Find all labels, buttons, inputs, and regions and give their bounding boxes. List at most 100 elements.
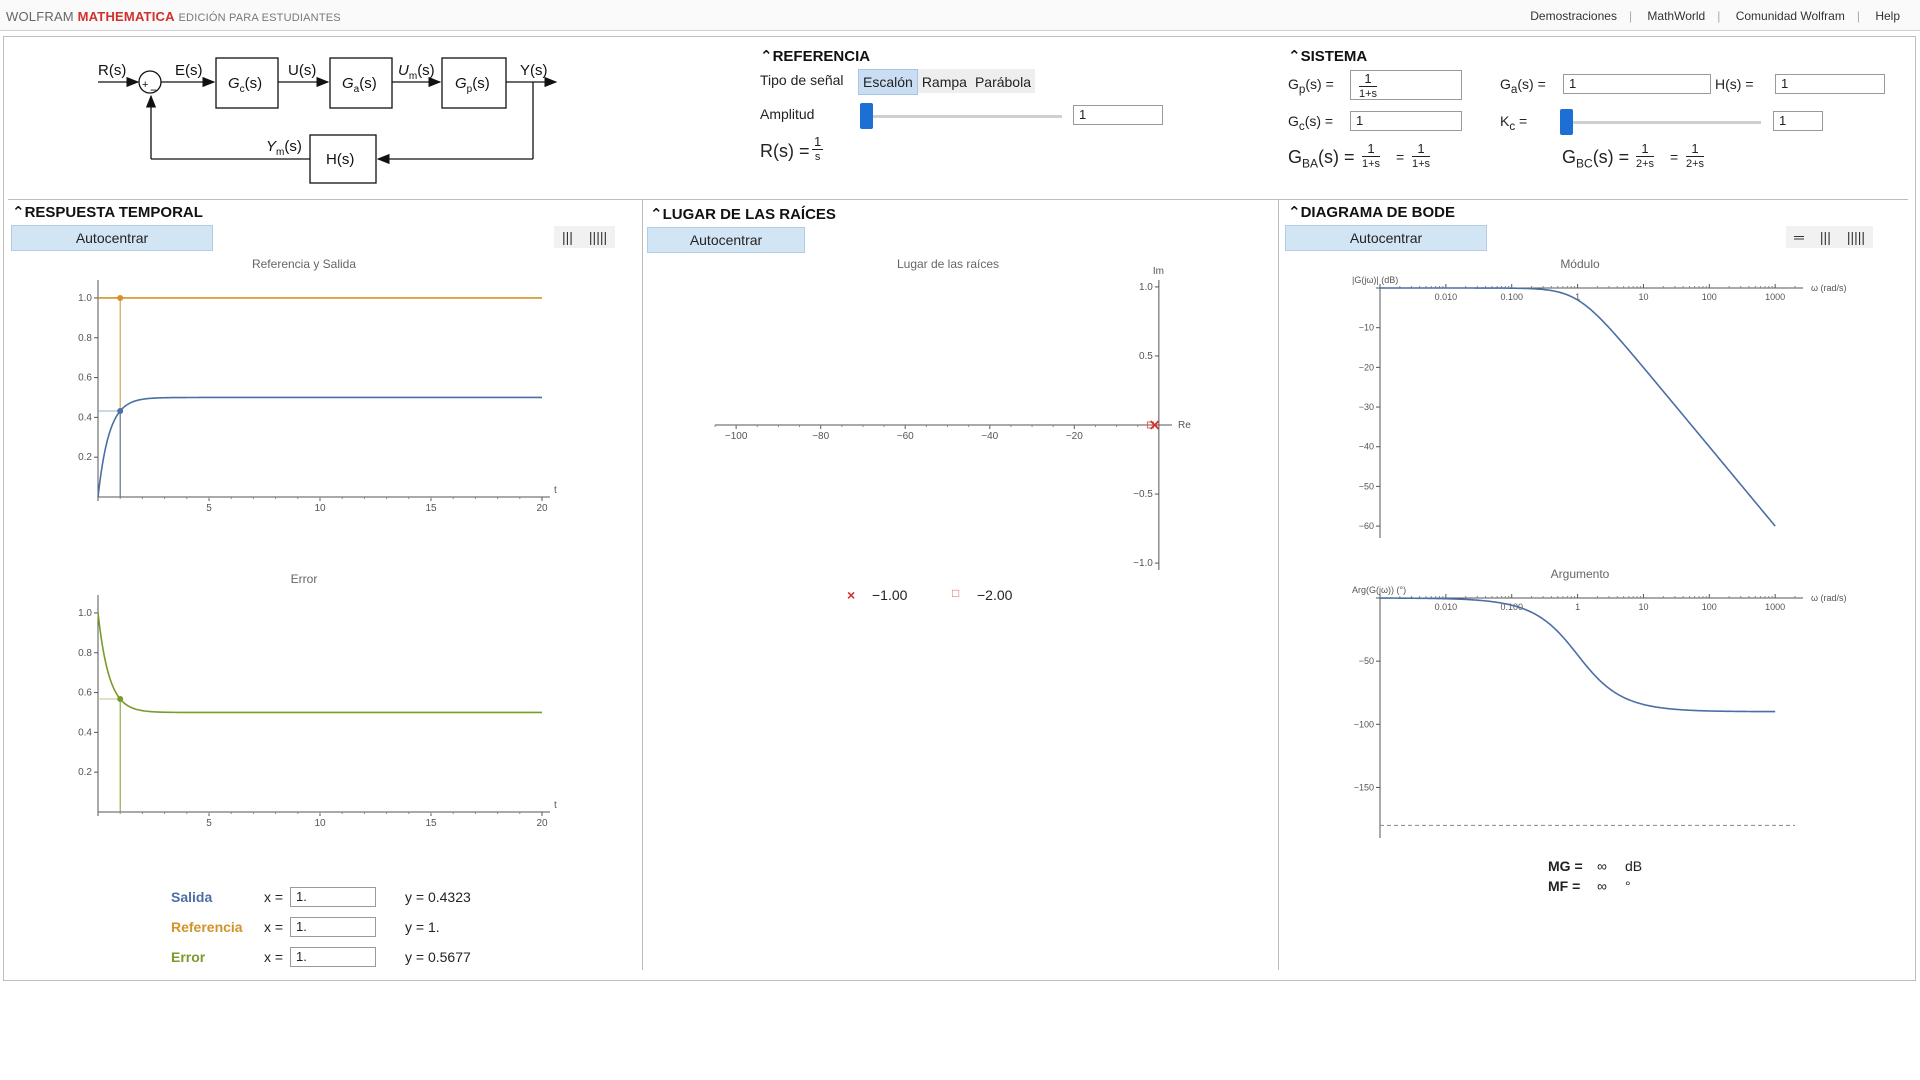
salida-x-input[interactable]: 1.	[290, 887, 376, 907]
gba-fraction-1: 1 1+s	[1362, 141, 1381, 170]
x-tick-label: 1000	[1765, 292, 1785, 302]
link-help[interactable]: Help	[1875, 9, 1900, 23]
x-tick-label: 10	[1638, 602, 1648, 612]
x-tick-label: 100	[1702, 292, 1717, 302]
label-um: Um(s)	[398, 62, 435, 82]
label-e: E(s)	[175, 62, 203, 79]
referencia-x-input[interactable]: 1.	[290, 917, 376, 937]
mg-unit: dB	[1625, 858, 1643, 874]
x-tick-label: 10	[1638, 292, 1648, 302]
referencia-x-label: x =	[264, 919, 284, 935]
y-tick-label: −50	[1359, 656, 1374, 666]
y-tick-label: −60	[1359, 521, 1374, 531]
gbc-equals: =	[1670, 149, 1679, 165]
x-tick-label: 0.010	[1435, 292, 1458, 302]
plot-title: Lugar de las raíces	[897, 257, 999, 271]
gc-label: Gc(s) =	[1288, 113, 1334, 133]
y-tick-label: −50	[1359, 481, 1374, 491]
open-loop-pole-icon: ×	[847, 587, 856, 603]
brand-mathematica: MATHEMATICA	[77, 9, 175, 24]
plot-title: Referencia y Salida	[252, 257, 356, 271]
y-tick-label: 0.8	[78, 333, 92, 344]
im-axis-label: Im	[1153, 266, 1164, 277]
top-bar: WOLFRAM MATHEMATICA EDICIÓN PARA ESTUDIA…	[0, 0, 1920, 31]
open-loop-pole-value: −1.00	[872, 587, 908, 603]
y-tick-label: 1.0	[78, 293, 92, 304]
gbc-label: GBC(s) =	[1562, 147, 1630, 171]
kc-slider-track[interactable]	[1565, 121, 1761, 124]
link-demostraciones[interactable]: Demostraciones	[1530, 9, 1617, 23]
link-mathworld[interactable]: MathWorld	[1647, 9, 1705, 23]
ga-input[interactable]: 1	[1563, 74, 1711, 94]
mf-label: MF =	[1548, 878, 1581, 894]
y-tick-label: 0.8	[78, 648, 92, 659]
referencia-label: Referencia	[171, 919, 243, 935]
gp-input[interactable]: 1 1+s	[1350, 70, 1462, 100]
grid3-icon[interactable]: |||	[554, 226, 581, 248]
panel-divider-2	[1278, 200, 1279, 970]
x-axis-label: t	[554, 800, 557, 811]
link-comunidad[interactable]: Comunidad Wolfram	[1736, 9, 1845, 23]
x-axis-label: ω (rad/s)	[1811, 283, 1847, 293]
x-tick-label: 0.010	[1435, 602, 1458, 612]
y-tick-label: 0.6	[78, 688, 92, 699]
kc-slider-thumb[interactable]	[1560, 109, 1573, 135]
brand-logo: WOLFRAM MATHEMATICA EDICIÓN PARA ESTUDIA…	[6, 9, 341, 24]
amplitud-slider-track[interactable]	[866, 115, 1062, 118]
error-y-value: y = 0.5677	[405, 949, 471, 965]
label-ga: Ga(s)	[342, 75, 377, 95]
label-ym: Ym(s)	[266, 138, 302, 158]
tipo-rampa[interactable]: Rampa	[918, 70, 971, 94]
respuesta-grid-buttons: ||| |||||	[554, 226, 616, 248]
h-label: H(s) =	[1715, 76, 1754, 92]
mg-label: MG =	[1548, 858, 1583, 874]
im-tick-label: −0.5	[1133, 489, 1153, 500]
block-diagram: R(s) + − E(s) Gc(s) U(s) Ga(s) Um(s) Gp(…	[98, 57, 558, 184]
label-gp: Gp(s)	[455, 75, 490, 95]
label-minus: −	[150, 83, 157, 97]
gba-fraction-2: 1 1+s	[1412, 141, 1431, 170]
label-plus: +	[142, 79, 148, 91]
grid-lines-icon[interactable]: ═	[1786, 226, 1812, 248]
y-axis-label: Arg(G(jω)) (°)	[1352, 585, 1406, 595]
lugar-title[interactable]: ⌃LUGAR DE LAS RAÍCES	[650, 205, 836, 223]
rs-fraction: 1s	[812, 134, 824, 163]
autocentrar-bode-button[interactable]: Autocentrar	[1285, 225, 1487, 251]
mg-value: ∞	[1597, 858, 1607, 874]
tipo-senal-label: Tipo de señal	[760, 72, 844, 88]
gp-label: Gp(s) =	[1288, 76, 1334, 96]
y-tick-label: −20	[1359, 362, 1374, 372]
respuesta-title[interactable]: ⌃RESPUESTA TEMPORAL	[12, 203, 203, 221]
tipo-parabola[interactable]: Parábola	[971, 70, 1035, 94]
rs-label: R(s) =	[760, 141, 810, 161]
y-tick-label: −30	[1359, 402, 1374, 412]
bode-title[interactable]: ⌃DIAGRAMA DE BODE	[1288, 203, 1455, 221]
salida-x-label: x =	[264, 889, 284, 905]
y-tick-label: −100	[1354, 719, 1374, 729]
kc-input[interactable]: 1	[1773, 111, 1823, 131]
grid5-icon[interactable]: |||||	[581, 226, 615, 248]
amplitud-slider-thumb[interactable]	[860, 103, 873, 129]
sistema-title[interactable]: ⌃SISTEMA	[1288, 47, 1367, 65]
y-tick-label: −150	[1354, 782, 1374, 792]
plot-title: Error	[291, 572, 318, 586]
gba-label: GBA(s) =	[1288, 147, 1355, 171]
error-x-input[interactable]: 1.	[290, 947, 376, 967]
tipo-senal-selector: Escalón Rampa Parábola	[858, 69, 1035, 95]
y-tick-label: 0.4	[78, 412, 92, 423]
y-axis-label: |G(jω)| (dB)	[1352, 275, 1398, 285]
x-tick-label: 15	[425, 503, 437, 514]
tipo-escalon[interactable]: Escalón	[858, 69, 918, 95]
plot-title: Argumento	[1551, 567, 1610, 581]
autocentrar-respuesta-button[interactable]: Autocentrar	[11, 225, 213, 251]
gc-input[interactable]: 1	[1350, 111, 1462, 131]
referencia-title[interactable]: ⌃REFERENCIA	[760, 47, 870, 65]
y-tick-label: 1.0	[78, 608, 92, 619]
amplitud-input[interactable]: 1	[1073, 105, 1163, 125]
grid5-icon[interactable]: |||||	[1839, 226, 1873, 248]
re-tick-label: −60	[897, 431, 914, 442]
label-r: R(s)	[98, 62, 126, 79]
series-error	[97, 612, 542, 714]
h-input[interactable]: 1	[1775, 74, 1885, 94]
grid3-icon[interactable]: |||	[1812, 226, 1839, 248]
